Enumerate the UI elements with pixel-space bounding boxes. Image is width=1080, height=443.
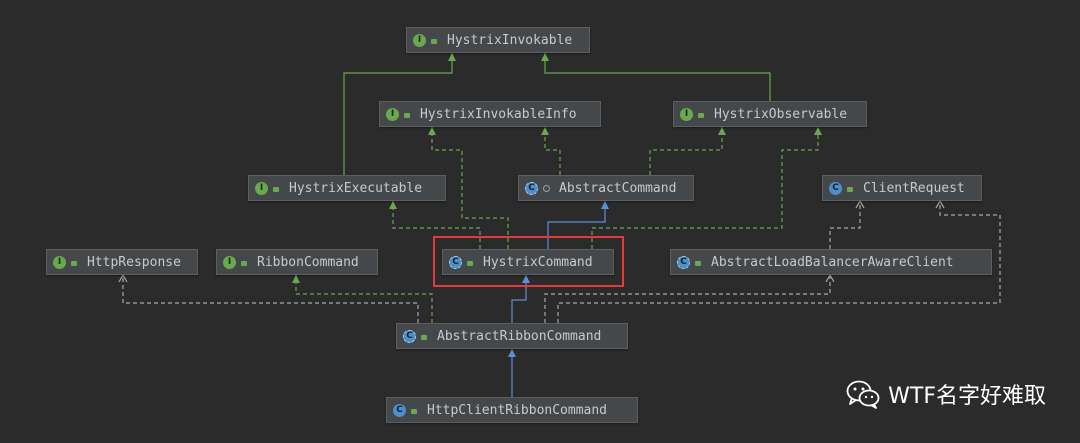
watermark: WTF名字好难取 [846,378,1046,410]
node-label: HttpResponse [87,254,181,270]
node-hystrix-observable[interactable]: I HystrixObservable [673,101,867,127]
public-access-icon [271,183,281,193]
interface-icon: I [680,107,693,121]
node-hystrix-invokable[interactable]: I HystrixInvokable [406,27,590,53]
arrowhead [292,275,300,283]
node-ribbon-command[interactable]: I RibbonCommand [216,249,378,275]
arrowhead [522,275,530,283]
arrowhead [541,127,549,135]
edge-abstract-ribbon-command-to-abstract-lb-client [544,275,831,323]
public-access-icon [696,109,706,119]
node-label: HystrixObservable [714,106,848,122]
edge-abstract-ribbon-command-to-http-response [122,275,419,323]
interface-icon: I [53,255,66,269]
abstract-class-icon: C [677,255,690,269]
watermark-text: WTF名字好难取 [888,384,1046,409]
node-label: AbstractRibbonCommand [437,328,602,344]
arrowhead [448,53,456,61]
node-client-request[interactable]: C ClientRequest [822,175,982,201]
abstract-class-icon: C [403,329,416,343]
edge-hystrix-command-to-hystrix-executable [392,201,481,249]
node-label: ClientRequest [863,180,965,196]
edge-abstract-ribbon-command-to-ribbon-command [295,275,433,323]
node-label: AbstractLoadBalancerAwareClient [711,254,954,270]
node-http-client-ribbon-command[interactable]: C HttpClientRibbonCommand [386,397,638,423]
arrowhead [541,53,549,61]
node-abstract-load-balancer-aware-client[interactable]: C AbstractLoadBalancerAwareClient [670,249,992,275]
node-label: HystrixCommand [483,254,593,270]
public-access-icon [402,109,412,119]
public-access-icon [69,257,79,267]
arrowhead [718,127,726,135]
relation-edges [118,53,1001,397]
edge-hystrix-observable-to-hystrix-invokable [544,53,771,101]
node-label: HystrixInvokableInfo [420,106,577,122]
node-label: AbstractCommand [559,180,677,196]
interface-icon: I [255,181,268,195]
wechat-icon [846,380,880,409]
public-access-icon [419,331,429,341]
public-access-icon [239,257,249,267]
node-label: HystrixExecutable [289,180,423,196]
node-abstract-ribbon-command[interactable]: C AbstractRibbonCommand [396,323,628,349]
public-access-icon [693,257,703,267]
node-label: HttpClientRibbonCommand [427,402,608,418]
arrowhead [428,127,436,135]
class-icon: C [829,181,842,195]
public-access-icon [409,405,419,415]
class-diagram: I HystrixInvokable I HystrixInvokableInf… [0,0,1080,443]
arrowhead [814,127,822,135]
public-access-icon [845,183,855,193]
public-access-icon [429,35,439,45]
node-hystrix-invokable-info[interactable]: I HystrixInvokableInfo [379,101,601,127]
node-http-response[interactable]: I HttpResponse [46,249,198,275]
edge-abstract-command-to-hystrix-observable [649,127,723,175]
interface-icon: I [223,255,236,269]
node-label: HystrixInvokable [447,32,573,48]
node-hystrix-command[interactable]: C HystrixCommand [442,249,614,275]
package-access-icon [541,183,551,193]
class-icon: C [393,403,406,417]
edge-hystrix-command-to-abstract-command [547,201,606,249]
arrowhead [389,201,397,209]
abstract-class-icon: C [525,181,538,195]
arrowhead [601,201,609,209]
node-hystrix-executable[interactable]: I HystrixExecutable [248,175,446,201]
arrowhead [508,349,516,357]
interface-icon: I [413,33,426,47]
edge-abstract-lb-client-to-client-request [829,201,861,249]
public-access-icon [465,257,475,267]
node-label: RibbonCommand [257,254,359,270]
interface-icon: I [386,107,399,121]
node-abstract-command[interactable]: C AbstractCommand [518,175,694,201]
abstract-class-icon: C [449,255,462,269]
